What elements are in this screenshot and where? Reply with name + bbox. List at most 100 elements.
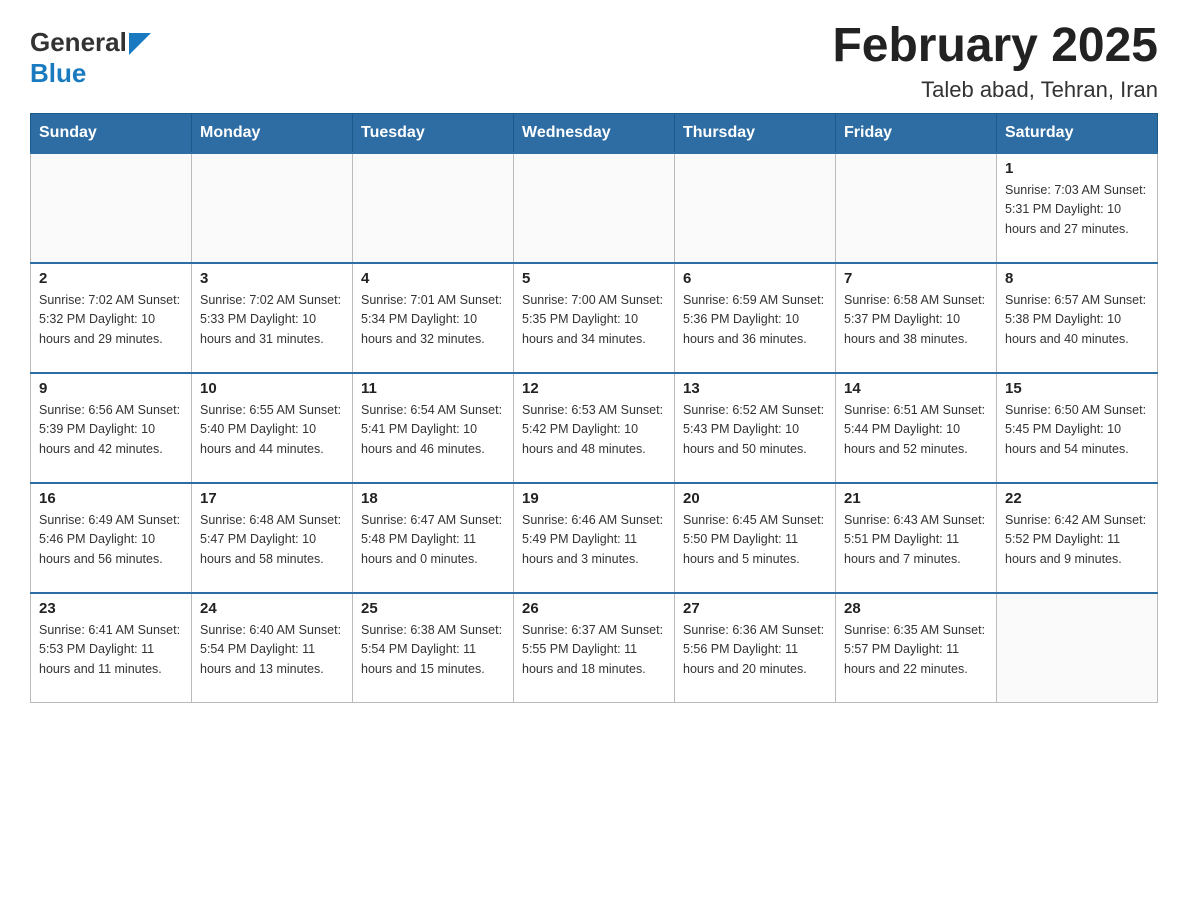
day-number: 13 bbox=[683, 380, 827, 397]
calendar-cell: 5 Sunrise: 7:00 AM Sunset: 5:35 PM Daylig… bbox=[514, 263, 675, 373]
day-number: 7 bbox=[844, 270, 988, 287]
day-info: Sunrise: 7:00 AM Sunset: 5:35 PM Dayligh… bbox=[522, 291, 666, 349]
calendar-cell: 1Sunrise: 7:03 AM Sunset: 5:31 PM Daylig… bbox=[997, 153, 1158, 263]
day-number: 22 bbox=[1005, 490, 1149, 507]
calendar-cell: 2 Sunrise: 7:02 AM Sunset: 5:32 PM Daylig… bbox=[31, 263, 192, 373]
day-number: 27 bbox=[683, 600, 827, 617]
day-info: Sunrise: 6:37 AM Sunset: 5:55 PM Dayligh… bbox=[522, 621, 666, 679]
calendar-cell: 23 Sunrise: 6:41 AM Sunset: 5:53 PM Dayli… bbox=[31, 593, 192, 703]
col-saturday: Saturday bbox=[997, 113, 1158, 153]
calendar-cell bbox=[31, 153, 192, 263]
day-number: 8 bbox=[1005, 270, 1149, 287]
day-info: Sunrise: 6:53 AM Sunset: 5:42 PM Dayligh… bbox=[522, 401, 666, 459]
day-number: 18 bbox=[361, 490, 505, 507]
day-number: 3 bbox=[200, 270, 344, 287]
day-number: 6 bbox=[683, 270, 827, 287]
day-number: 23 bbox=[39, 600, 183, 617]
col-friday: Friday bbox=[836, 113, 997, 153]
day-info: Sunrise: 6:59 AM Sunset: 5:36 PM Dayligh… bbox=[683, 291, 827, 349]
day-number: 25 bbox=[361, 600, 505, 617]
calendar-cell: 20 Sunrise: 6:45 AM Sunset: 5:50 PM Dayli… bbox=[675, 483, 836, 593]
calendar-cell bbox=[675, 153, 836, 263]
calendar-cell: 25Sunrise: 6:38 AM Sunset: 5:54 PM Dayli… bbox=[353, 593, 514, 703]
location-title: Taleb abad, Tehran, Iran bbox=[832, 77, 1158, 103]
calendar-cell bbox=[997, 593, 1158, 703]
calendar-cell: 26 Sunrise: 6:37 AM Sunset: 5:55 PM Dayli… bbox=[514, 593, 675, 703]
page-header: General Blue February 2025 Taleb abad, T… bbox=[30, 20, 1158, 103]
calendar-cell: 11Sunrise: 6:54 AM Sunset: 5:41 PM Dayli… bbox=[353, 373, 514, 483]
calendar-table: Sunday Monday Tuesday Wednesday Thursday… bbox=[30, 113, 1158, 704]
col-tuesday: Tuesday bbox=[353, 113, 514, 153]
day-info: Sunrise: 6:45 AM Sunset: 5:50 PM Dayligh… bbox=[683, 511, 827, 569]
day-info: Sunrise: 6:46 AM Sunset: 5:49 PM Dayligh… bbox=[522, 511, 666, 569]
day-info: Sunrise: 6:49 AM Sunset: 5:46 PM Dayligh… bbox=[39, 511, 183, 569]
col-thursday: Thursday bbox=[675, 113, 836, 153]
day-number: 26 bbox=[522, 600, 666, 617]
col-wednesday: Wednesday bbox=[514, 113, 675, 153]
calendar-cell: 19 Sunrise: 6:46 AM Sunset: 5:49 PM Dayli… bbox=[514, 483, 675, 593]
calendar-cell: 16 Sunrise: 6:49 AM Sunset: 5:46 PM Dayli… bbox=[31, 483, 192, 593]
day-info: Sunrise: 6:52 AM Sunset: 5:43 PM Dayligh… bbox=[683, 401, 827, 459]
day-info: Sunrise: 6:43 AM Sunset: 5:51 PM Dayligh… bbox=[844, 511, 988, 569]
calendar-cell: 8 Sunrise: 6:57 AM Sunset: 5:38 PM Daylig… bbox=[997, 263, 1158, 373]
calendar-cell: 21 Sunrise: 6:43 AM Sunset: 5:51 PM Dayli… bbox=[836, 483, 997, 593]
day-number: 9 bbox=[39, 380, 183, 397]
week-row-2: 2 Sunrise: 7:02 AM Sunset: 5:32 PM Daylig… bbox=[31, 263, 1158, 373]
day-info: Sunrise: 6:40 AM Sunset: 5:54 PM Dayligh… bbox=[200, 621, 344, 679]
day-info: Sunrise: 6:51 AM Sunset: 5:44 PM Dayligh… bbox=[844, 401, 988, 459]
day-number: 12 bbox=[522, 380, 666, 397]
week-row-3: 9 Sunrise: 6:56 AM Sunset: 5:39 PM Daylig… bbox=[31, 373, 1158, 483]
calendar-cell: 22 Sunrise: 6:42 AM Sunset: 5:52 PM Dayli… bbox=[997, 483, 1158, 593]
day-number: 4 bbox=[361, 270, 505, 287]
day-info: Sunrise: 6:57 AM Sunset: 5:38 PM Dayligh… bbox=[1005, 291, 1149, 349]
day-number: 5 bbox=[522, 270, 666, 287]
day-info: Sunrise: 7:01 AM Sunset: 5:34 PM Dayligh… bbox=[361, 291, 505, 349]
day-info: Sunrise: 7:02 AM Sunset: 5:33 PM Dayligh… bbox=[200, 291, 344, 349]
day-info: Sunrise: 6:58 AM Sunset: 5:37 PM Dayligh… bbox=[844, 291, 988, 349]
calendar-cell bbox=[192, 153, 353, 263]
day-info: Sunrise: 7:02 AM Sunset: 5:32 PM Dayligh… bbox=[39, 291, 183, 349]
day-number: 24 bbox=[200, 600, 344, 617]
day-info: Sunrise: 6:41 AM Sunset: 5:53 PM Dayligh… bbox=[39, 621, 183, 679]
calendar-cell: 24 Sunrise: 6:40 AM Sunset: 5:54 PM Dayli… bbox=[192, 593, 353, 703]
logo-general-text: General bbox=[30, 27, 127, 58]
calendar-cell bbox=[836, 153, 997, 263]
calendar-cell bbox=[353, 153, 514, 263]
logo-blue-text: Blue bbox=[30, 60, 151, 86]
day-number: 15 bbox=[1005, 380, 1149, 397]
logo-triangle-icon bbox=[129, 33, 151, 55]
col-sunday: Sunday bbox=[31, 113, 192, 153]
week-row-1: 1Sunrise: 7:03 AM Sunset: 5:31 PM Daylig… bbox=[31, 153, 1158, 263]
calendar-cell: 12 Sunrise: 6:53 AM Sunset: 5:42 PM Dayli… bbox=[514, 373, 675, 483]
day-info: Sunrise: 6:36 AM Sunset: 5:56 PM Dayligh… bbox=[683, 621, 827, 679]
day-number: 10 bbox=[200, 380, 344, 397]
calendar-cell: 27 Sunrise: 6:36 AM Sunset: 5:56 PM Dayli… bbox=[675, 593, 836, 703]
day-info: Sunrise: 6:55 AM Sunset: 5:40 PM Dayligh… bbox=[200, 401, 344, 459]
day-number: 19 bbox=[522, 490, 666, 507]
calendar-cell: 6 Sunrise: 6:59 AM Sunset: 5:36 PM Daylig… bbox=[675, 263, 836, 373]
day-info: Sunrise: 6:48 AM Sunset: 5:47 PM Dayligh… bbox=[200, 511, 344, 569]
day-number: 1 bbox=[1005, 160, 1149, 177]
day-info: Sunrise: 6:56 AM Sunset: 5:39 PM Dayligh… bbox=[39, 401, 183, 459]
day-number: 11 bbox=[361, 380, 505, 397]
day-info: Sunrise: 6:42 AM Sunset: 5:52 PM Dayligh… bbox=[1005, 511, 1149, 569]
day-number: 20 bbox=[683, 490, 827, 507]
calendar-cell: 18 Sunrise: 6:47 AM Sunset: 5:48 PM Dayli… bbox=[353, 483, 514, 593]
calendar-cell: 28 Sunrise: 6:35 AM Sunset: 5:57 PM Dayli… bbox=[836, 593, 997, 703]
day-info: Sunrise: 6:47 AM Sunset: 5:48 PM Dayligh… bbox=[361, 511, 505, 569]
day-number: 2 bbox=[39, 270, 183, 287]
month-title: February 2025 bbox=[832, 20, 1158, 73]
calendar-cell: 7 Sunrise: 6:58 AM Sunset: 5:37 PM Daylig… bbox=[836, 263, 997, 373]
day-number: 21 bbox=[844, 490, 988, 507]
calendar-cell: 3 Sunrise: 7:02 AM Sunset: 5:33 PM Daylig… bbox=[192, 263, 353, 373]
week-row-4: 16 Sunrise: 6:49 AM Sunset: 5:46 PM Dayli… bbox=[31, 483, 1158, 593]
calendar-cell: 17Sunrise: 6:48 AM Sunset: 5:47 PM Dayli… bbox=[192, 483, 353, 593]
day-info: Sunrise: 6:35 AM Sunset: 5:57 PM Dayligh… bbox=[844, 621, 988, 679]
title-section: February 2025 Taleb abad, Tehran, Iran bbox=[832, 20, 1158, 103]
day-number: 28 bbox=[844, 600, 988, 617]
calendar-cell: 14Sunrise: 6:51 AM Sunset: 5:44 PM Dayli… bbox=[836, 373, 997, 483]
calendar-cell: 15 Sunrise: 6:50 AM Sunset: 5:45 PM Dayli… bbox=[997, 373, 1158, 483]
week-row-5: 23 Sunrise: 6:41 AM Sunset: 5:53 PM Dayli… bbox=[31, 593, 1158, 703]
day-number: 16 bbox=[39, 490, 183, 507]
day-info: Sunrise: 6:50 AM Sunset: 5:45 PM Dayligh… bbox=[1005, 401, 1149, 459]
